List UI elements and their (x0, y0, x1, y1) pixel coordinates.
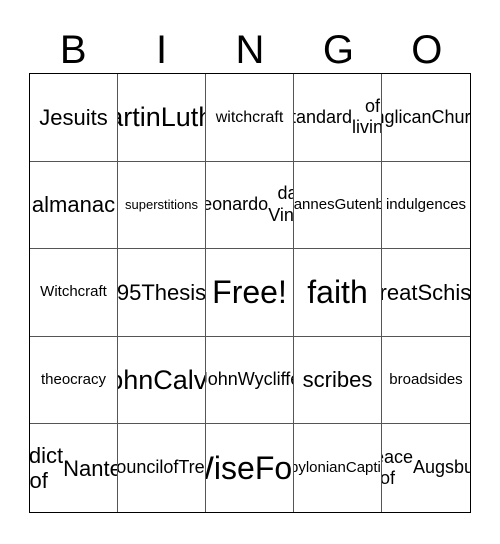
bingo-cell-text: John (206, 369, 238, 390)
bingo-cell[interactable]: witchcraft (206, 74, 294, 162)
bingo-cell-text: Calvin (153, 364, 206, 395)
bingo-cell[interactable]: CouncilofTrent (118, 424, 206, 512)
header-letter-i: I (156, 28, 168, 72)
bingo-cell-text: Luther (160, 102, 205, 133)
bingo-cell[interactable]: almanac (30, 161, 118, 250)
bingo-cell-text: scribes (302, 367, 373, 393)
bingo-cell-text: Martin (118, 102, 161, 133)
bingo-cell[interactable]: Jesuits (30, 74, 118, 162)
header-letter-b: B (59, 28, 87, 72)
bingo-cell-text: Trent (178, 457, 205, 478)
bingo-cell-free[interactable]: Free! (206, 249, 294, 337)
bingo-cell[interactable]: JohnCalvin (118, 336, 206, 425)
bingo-cell[interactable]: standardof living (294, 74, 382, 162)
bingo-cell-text: Babylonian (294, 458, 346, 476)
bingo-header: B I N G O (29, 28, 471, 73)
bingo-cell[interactable]: Leonardoda Vinci (206, 161, 294, 250)
bingo-cell-text: Wise (206, 449, 255, 486)
bingo-cell-text: 95 (118, 279, 142, 305)
bingo-cell-text: Great (382, 279, 418, 305)
bingo-cell-text: broadsides (389, 370, 463, 388)
header-letter-g: G (322, 28, 354, 72)
bingo-cell-text: Leonardo (206, 194, 269, 215)
bingo-cell-text: faith (307, 273, 368, 310)
bingo-cell-text: Free! (212, 273, 287, 310)
bingo-cell[interactable]: WiseFolk (206, 424, 294, 512)
bingo-cell-text: witchcraft (215, 108, 284, 126)
bingo-cell-text: Wycliffe (237, 369, 293, 390)
header-letter-o: O (411, 28, 443, 72)
bingo-cell-text: of living (352, 95, 381, 138)
bingo-cell-text: superstitions (125, 196, 198, 212)
bingo-cell-text: da Vinci (268, 183, 294, 225)
bingo-grid: Jesuits MartinLuther witchcraft standardof … (29, 73, 471, 513)
bingo-cell-text: indulgences (385, 195, 467, 213)
bingo-cell-text: Johannes (294, 195, 335, 213)
bingo-cell-text: almanac (31, 192, 116, 218)
bingo-cell[interactable]: superstitions (118, 161, 206, 250)
bingo-cell-text: Augsburg (413, 457, 470, 478)
bingo-cell-text: Captivity (345, 458, 381, 476)
bingo-cell[interactable]: GreatSchism (382, 249, 470, 337)
bingo-cell[interactable]: indulgences (382, 162, 470, 250)
bingo-cell[interactable]: scribes (294, 336, 382, 425)
bingo-cell-text: John (118, 364, 154, 395)
bingo-cell-text: Edict of (30, 442, 64, 494)
bingo-cell-text: Folk (254, 449, 293, 486)
bingo-cell[interactable]: JohnWycliffe (206, 336, 294, 425)
bingo-cell[interactable]: theocracy (30, 336, 118, 425)
bingo-cell-text: standard (294, 106, 353, 127)
bingo-cell[interactable]: Peace ofAugsburg (382, 424, 470, 512)
bingo-cell-text: Schism (417, 279, 470, 305)
bingo-cell-text: Council (118, 457, 164, 478)
bingo-cell-text: Peace of (382, 446, 413, 489)
bingo-cell[interactable]: AnglicanChurch (382, 74, 470, 162)
bingo-cell[interactable]: JohannesGutenberg (294, 161, 382, 250)
bingo-cell[interactable]: 95 Thesis (118, 249, 206, 337)
header-letter-n: N (235, 28, 265, 72)
bingo-cell[interactable]: BabylonianCaptivity (294, 424, 382, 512)
bingo-cell[interactable]: faith (294, 249, 382, 337)
bingo-cell-text: Thesis (141, 279, 206, 305)
bingo-cell-text: Anglican (382, 106, 432, 127)
bingo-cell-text: Witchcraft (40, 283, 107, 301)
bingo-cell-text: theocracy (40, 370, 107, 388)
bingo-cell[interactable]: broadsides (382, 337, 470, 425)
bingo-cell-text: of (163, 457, 179, 478)
bingo-cell-text: Church (431, 106, 470, 127)
bingo-cell-text: Jesuits (39, 104, 108, 130)
bingo-cell-text: Nantes (63, 455, 117, 481)
bingo-cell[interactable]: Witchcraft (30, 249, 118, 337)
bingo-cell[interactable]: Edict ofNantes (30, 424, 118, 512)
bingo-cell-text: Gutenberg (334, 195, 381, 213)
bingo-cell[interactable]: MartinLuther (118, 74, 206, 162)
